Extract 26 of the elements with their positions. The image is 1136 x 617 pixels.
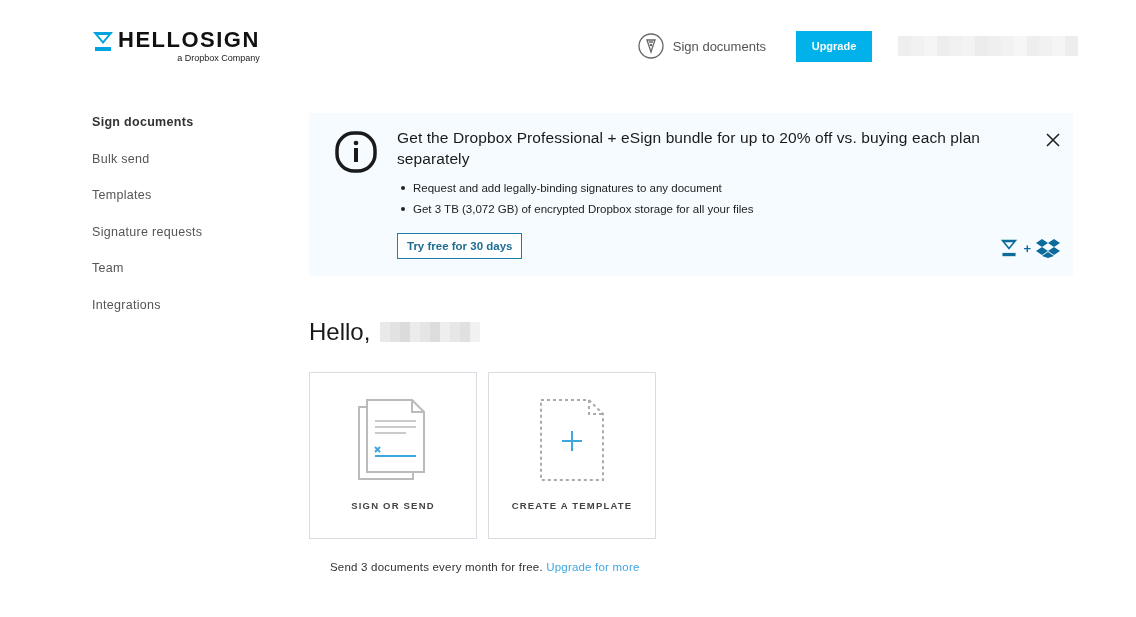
dropbox-box-icon bbox=[1036, 238, 1060, 258]
sidebar-item[interactable]: Team bbox=[92, 259, 309, 296]
sign-documents-link[interactable]: Sign documents bbox=[637, 33, 766, 59]
plus-sign: + bbox=[1023, 240, 1031, 256]
banner-bullet: Request and add legally-binding signatures to any document bbox=[413, 181, 722, 194]
sidebar-item[interactable]: Templates bbox=[92, 186, 309, 223]
logo-tagline: a Dropbox Company bbox=[177, 53, 260, 63]
try-free-button[interactable]: Try free for 30 days bbox=[397, 233, 523, 259]
document-icon bbox=[358, 399, 428, 481]
sidebar-item[interactable]: Sign documents bbox=[92, 113, 309, 150]
greeting: Hello, bbox=[309, 318, 371, 346]
pen-nib-icon bbox=[637, 33, 664, 59]
sidebar-item[interactable]: Bulk send bbox=[92, 149, 309, 186]
info-icon bbox=[335, 131, 377, 173]
logo-wordmark: HELLOSIGN bbox=[118, 29, 260, 51]
action-card[interactable]: CREATE A TEMPLATE bbox=[488, 372, 656, 539]
sidebar-item[interactable]: Signature requests bbox=[92, 222, 309, 259]
banner-bullet: Get 3 TB (3,072 GB) of encrypted Dropbox storage for all your files bbox=[413, 202, 754, 215]
free-plan-note: Send 3 documents every month for free. Upgrade for more bbox=[330, 561, 641, 573]
dashed-document-icon bbox=[540, 399, 604, 481]
logo-icon bbox=[1000, 238, 1019, 258]
close-icon[interactable] bbox=[1046, 133, 1060, 147]
action-card[interactable]: SIGN OR SEND bbox=[309, 372, 477, 539]
banner-title: Get the Dropbox Professional + eSign bundle for up to 20% off vs. buying each plan separately bbox=[397, 128, 982, 169]
sidebar-item[interactable]: Integrations bbox=[92, 295, 309, 332]
logo-icon bbox=[92, 30, 114, 52]
